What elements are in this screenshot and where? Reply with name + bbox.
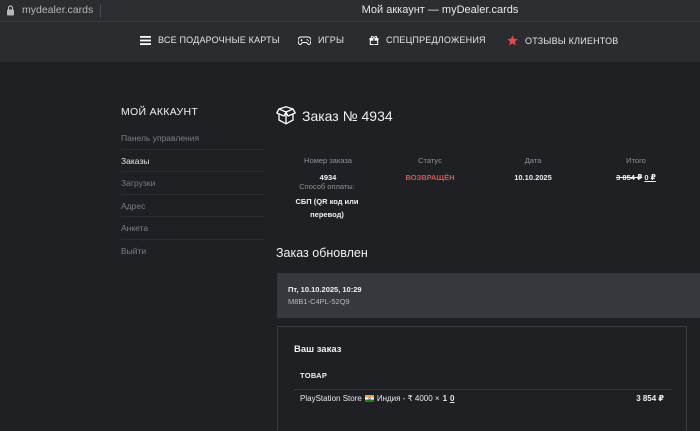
nav-all-gift-cards[interactable]: ВСЕ ПОДАРОЧНЫЕ КАРТЫ — [140, 35, 280, 45]
payment-method-line1: СБП (QR код или — [295, 197, 359, 206]
order-total-value: 3 854 ₽ 0 ₽ — [606, 171, 666, 184]
site-nav: ВСЕ ПОДАРОЧНЫЕ КАРТЫ ИГРЫ СПЕЦПРЕДЛОЖЕНИ… — [0, 22, 700, 62]
sidebar-item-dashboard[interactable]: Панель управления — [121, 127, 265, 150]
payment-method-value: СБП (QR код или перевод) — [290, 195, 364, 221]
star-icon — [507, 35, 518, 46]
sidebar-item-address[interactable]: Адрес — [121, 195, 265, 218]
order-total-old: 3 854 ₽ — [616, 173, 643, 182]
sidebar-item-orders[interactable]: Заказы — [121, 150, 265, 173]
order-date-label: Дата — [524, 156, 542, 165]
nav-special-offers[interactable]: СПЕЦПРЕДЛОЖЕНИЯ — [369, 35, 486, 45]
order-total-block: Итого 3 854 ₽ 0 ₽ — [606, 156, 666, 184]
nav-label: ВСЕ ПОДАРОЧНЫЕ КАРТЫ — [158, 35, 280, 45]
order-note-code: M8B1-C4PL-52Q9 — [288, 297, 350, 306]
payment-method-block: Способ оплаты: СБП (QR код или перевод) — [290, 182, 364, 221]
order-header: Заказ № 4934 — [276, 106, 393, 125]
nav-label: ОТЗЫВЫ КЛИЕНТОВ — [525, 35, 619, 46]
box-icon — [276, 106, 296, 125]
order-note-datetime: Пт, 10.10.2025, 10:29 — [288, 285, 362, 294]
order-total-label: Итого — [626, 156, 646, 165]
gift-icon — [369, 35, 379, 45]
window-title: Мой аккаунт — myDealer.cards — [361, 4, 519, 16]
menu-icon — [140, 35, 151, 45]
order-note: Пт, 10.10.2025, 10:29 M8B1-C4PL-52Q9 — [277, 273, 700, 318]
sidebar-item-profile[interactable]: Анкета — [121, 217, 265, 240]
order-status-block: Статус ВОЗВРАЩЁН — [400, 156, 460, 184]
product-price: 3 854 ₽ — [636, 394, 664, 403]
product-quantity-refunded: 0 — [450, 394, 455, 403]
table-divider — [294, 389, 672, 390]
india-flag-icon — [364, 395, 374, 402]
product-row: PlayStation Store Индия - ₹ 4000 × 1 0 — [300, 394, 454, 403]
your-order-title: Ваш заказ — [294, 344, 342, 355]
page-content: МОЙ АККАУНТ Панель управления Заказы Заг… — [0, 62, 700, 431]
order-number-label: Номер заказа — [304, 156, 352, 165]
product-name[interactable]: PlayStation Store — [300, 394, 362, 403]
order-status-value: ВОЗВРАЩЁН — [405, 173, 455, 182]
payment-method-label: Способ оплаты: — [299, 182, 355, 191]
product-quantity: 1 — [442, 394, 448, 403]
order-date-value: 10.10.2025 — [514, 173, 552, 182]
payment-method-line2: перевод) — [310, 210, 344, 219]
your-order-box: Ваш заказ ТОВАР PlayStation Store Индия … — [277, 326, 687, 431]
nav-label: СПЕЦПРЕДЛОЖЕНИЯ — [386, 35, 486, 45]
nav-customer-reviews[interactable]: ОТЗЫВЫ КЛИЕНТОВ — [507, 35, 619, 46]
order-number-block: Номер заказа 4934 — [298, 156, 358, 184]
sidebar-title: МОЙ АККАУНТ — [121, 106, 199, 118]
browser-titlebar: mydealer.cards Мой аккаунт — myDealer.ca… — [0, 0, 700, 22]
nav-label: ИГРЫ — [318, 35, 345, 45]
sidebar-item-logout[interactable]: Выйти — [121, 240, 265, 263]
account-sidebar: МОЙ АККАУНТ Панель управления Заказы Заг… — [121, 106, 265, 263]
sidebar-item-downloads[interactable]: Загрузки — [121, 172, 265, 195]
gamepad-icon — [298, 35, 311, 45]
order-title: Заказ № 4934 — [302, 107, 393, 124]
product-column-header: ТОВАР — [300, 371, 328, 380]
order-total-new: 0 ₽ — [644, 173, 656, 182]
nav-games[interactable]: ИГРЫ — [298, 35, 344, 45]
order-updated-heading: Заказ обновлен — [276, 246, 368, 260]
product-variant: Индия - ₹ 4000 × — [376, 394, 440, 403]
order-date-block: Дата 10.10.2025 — [503, 156, 563, 184]
order-status-label: Статус — [418, 156, 442, 165]
